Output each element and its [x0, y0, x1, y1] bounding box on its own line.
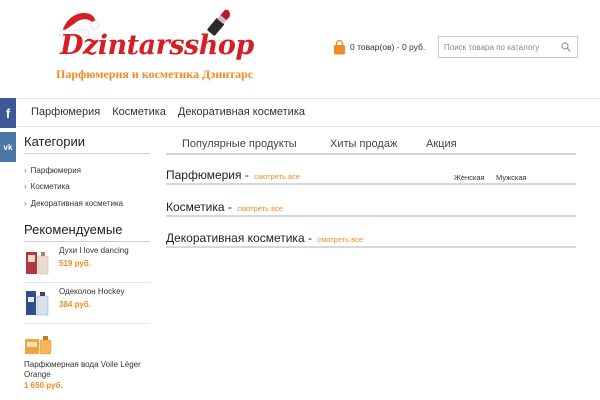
see-all-link[interactable]: смотреть все: [254, 172, 300, 181]
cologne-bottle-image: [26, 290, 49, 315]
category-item-perfumery[interactable]: › Парфюмерия: [24, 162, 150, 179]
facebook-icon: f: [5, 105, 11, 121]
search-icon[interactable]: [561, 42, 571, 52]
recommended-item[interactable]: Одеколон Hockey 384 руб.: [24, 283, 150, 324]
nav-item-decorative-cosmetics[interactable]: Декоративная косметика: [178, 106, 305, 118]
category-label: Косметика: [30, 182, 70, 192]
chevron-right-icon: ›: [24, 198, 27, 208]
cart-summary: 0 товар(ов) - 0 руб.: [350, 42, 426, 52]
search-input[interactable]: [439, 37, 557, 57]
product-price: 519 руб.: [59, 258, 91, 268]
filter-female[interactable]: Женская: [454, 173, 485, 182]
filter-male[interactable]: Мужская: [496, 173, 527, 182]
tab-sale[interactable]: Акция: [426, 138, 457, 150]
chevron-right-icon: ›: [24, 182, 27, 192]
search-box: [438, 36, 578, 58]
perfume-bottle-image: [26, 251, 49, 274]
logo-text: Dzintarsshop: [60, 30, 254, 61]
product-name[interactable]: Одеколон Hockey: [59, 287, 125, 296]
section-perfumery: Парфюмерия - смотреть все Женская Мужска…: [166, 168, 576, 185]
facebook-button[interactable]: f: [0, 98, 16, 128]
cart-button[interactable]: 0 товар(ов) - 0 руб.: [333, 38, 425, 56]
section-title: Декоративная косметика: [166, 231, 305, 245]
recommended-heading: Рекомендуемые: [24, 222, 150, 242]
logo-tagline: Парфюмерия и косметика Дзинтарс: [56, 67, 254, 81]
categories-heading: Категории: [24, 134, 150, 154]
site-logo[interactable]: Dzintarsshop Парфюмерия и косметика Дзин…: [56, 6, 254, 86]
tab-bestsellers[interactable]: Хиты продаж: [330, 138, 397, 150]
title-separator: -: [307, 231, 312, 245]
recommended-item[interactable]: Парфюмерная вода Voile Léger Orange 1 65…: [24, 324, 150, 390]
section-cosmetics: Косметика - смотреть все: [166, 200, 576, 217]
category-label: Декоративная косметика: [30, 198, 124, 208]
section-decorative-cosmetics: Декоративная косметика - смотреть все: [166, 231, 576, 248]
shopping-bag-icon: [334, 39, 345, 54]
title-separator: -: [244, 168, 249, 182]
product-price: 1 650 руб.: [24, 380, 63, 390]
see-all-link[interactable]: смотреть все: [317, 235, 363, 244]
tab-popular-products[interactable]: Популярные продукты: [182, 138, 297, 150]
see-all-link[interactable]: смотреть все: [237, 204, 283, 213]
sidebar: Категории › Парфюмерия › Косметика › Декора…: [24, 134, 150, 390]
nav-divider: [0, 126, 600, 127]
vk-icon: vk: [3, 142, 13, 152]
vk-button[interactable]: vk: [0, 132, 16, 162]
chevron-right-icon: ›: [24, 165, 27, 175]
product-name[interactable]: Парфюмерная вода Voile Léger Orange: [24, 360, 144, 380]
header: Dzintarsshop Парфюмерия и косметика Дзин…: [0, 0, 600, 98]
category-list: › Парфюмерия › Косметика › Декоративная кос…: [24, 162, 150, 212]
category-item-decorative-cosmetics[interactable]: › Декоративная косметика: [24, 195, 150, 212]
section-title: Парфюмерия: [166, 168, 242, 182]
nav-item-cosmetics[interactable]: Косметика: [112, 106, 166, 118]
category-item-cosmetics[interactable]: › Косметика: [24, 179, 150, 196]
title-separator: -: [227, 200, 232, 214]
product-name[interactable]: Духи I love dancing: [59, 246, 129, 255]
section-title: Косметика: [166, 200, 225, 214]
main-nav: Парфюмерия Косметика Декоративная космет…: [0, 99, 600, 125]
perfume-bottle-image: [25, 335, 52, 354]
recommended-item[interactable]: Духи I love dancing 519 руб.: [24, 242, 150, 283]
nav-item-perfumery[interactable]: Парфюмерия: [31, 106, 100, 118]
category-label: Парфюмерия: [30, 165, 82, 175]
product-tabs: Популярные продукты Хиты продаж Акция: [166, 138, 576, 155]
product-price: 384 руб.: [59, 299, 91, 309]
